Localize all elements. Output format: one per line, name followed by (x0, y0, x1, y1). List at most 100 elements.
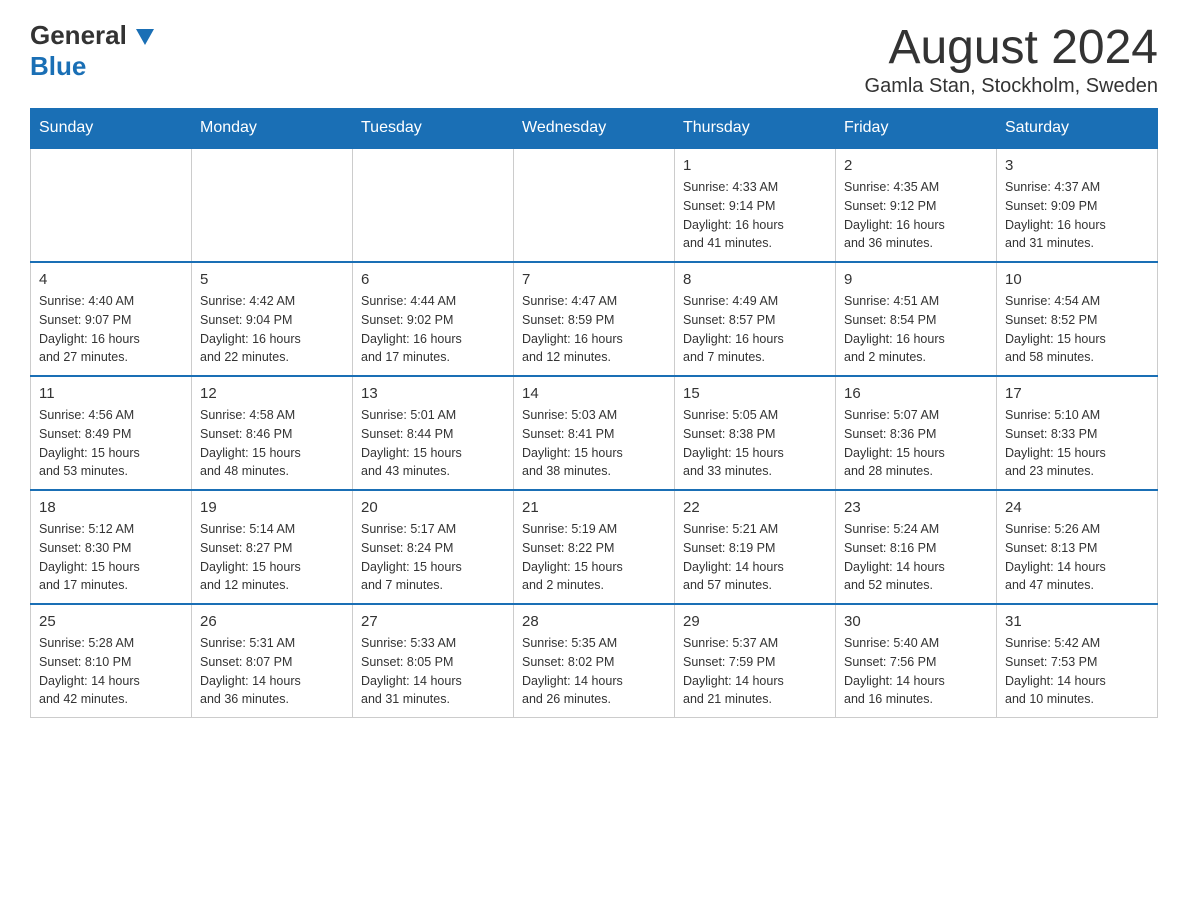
calendar-cell: 26 Sunrise: 5:31 AM Sunset: 8:07 PM Dayli… (192, 604, 353, 718)
day-info: Sunrise: 4:42 AM Sunset: 9:04 PM Dayligh… (200, 292, 344, 367)
calendar-cell (514, 148, 675, 262)
calendar-cell: 6 Sunrise: 4:44 AM Sunset: 9:02 PM Daylig… (353, 262, 514, 376)
day-info: Sunrise: 5:03 AM Sunset: 8:41 PM Dayligh… (522, 406, 666, 481)
day-number: 3 (1005, 157, 1149, 174)
calendar-cell: 14 Sunrise: 5:03 AM Sunset: 8:41 PM Dayli… (514, 376, 675, 490)
calendar-cell: 2 Sunrise: 4:35 AM Sunset: 9:12 PM Daylig… (836, 148, 997, 262)
day-info: Sunrise: 4:56 AM Sunset: 8:49 PM Dayligh… (39, 406, 183, 481)
calendar-cell: 8Sunrise: 4:49 AM Sunset: 8:57 PM Daylig… (675, 262, 836, 376)
calendar-cell (192, 148, 353, 262)
calendar-week-row: 25Sunrise: 5:28 AM Sunset: 8:10 PM Dayli… (31, 604, 1158, 718)
header-tuesday: Tuesday (353, 109, 514, 149)
day-info: Sunrise: 5:17 AM Sunset: 8:24 PM Dayligh… (361, 520, 505, 595)
day-number: 14 (522, 385, 666, 402)
day-info: Sunrise: 5:01 AM Sunset: 8:44 PM Dayligh… (361, 406, 505, 481)
day-number: 21 (522, 499, 666, 516)
calendar-week-row: 4Sunrise: 4:40 AM Sunset: 9:07 PM Daylig… (31, 262, 1158, 376)
day-number: 12 (200, 385, 344, 402)
calendar-cell (353, 148, 514, 262)
day-info: Sunrise: 4:37 AM Sunset: 9:09 PM Dayligh… (1005, 178, 1149, 253)
page-header: General Blue August 2024 Gamla Stan, Sto… (30, 20, 1158, 98)
day-info: Sunrise: 5:26 AM Sunset: 8:13 PM Dayligh… (1005, 520, 1149, 595)
day-number: 1 (683, 157, 827, 174)
day-info: Sunrise: 5:12 AM Sunset: 8:30 PM Dayligh… (39, 520, 183, 595)
calendar-cell: 17 Sunrise: 5:10 AM Sunset: 8:33 PM Dayli… (997, 376, 1158, 490)
calendar-cell: 28 Sunrise: 5:35 AM Sunset: 8:02 PM Dayli… (514, 604, 675, 718)
day-info: Sunrise: 5:40 AM Sunset: 7:56 PM Dayligh… (844, 634, 988, 709)
day-number: 23 (844, 499, 988, 516)
calendar-cell: 5 Sunrise: 4:42 AM Sunset: 9:04 PM Daylig… (192, 262, 353, 376)
calendar-cell: 3 Sunrise: 4:37 AM Sunset: 9:09 PM Daylig… (997, 148, 1158, 262)
day-number: 7 (522, 271, 666, 288)
logo: General Blue (30, 20, 154, 82)
calendar-cell: 29Sunrise: 5:37 AM Sunset: 7:59 PM Dayli… (675, 604, 836, 718)
day-info: Sunrise: 4:44 AM Sunset: 9:02 PM Dayligh… (361, 292, 505, 367)
day-number: 15 (683, 385, 827, 402)
calendar-cell: 10Sunrise: 4:54 AM Sunset: 8:52 PM Dayli… (997, 262, 1158, 376)
day-info: Sunrise: 5:19 AM Sunset: 8:22 PM Dayligh… (522, 520, 666, 595)
header-friday: Friday (836, 109, 997, 149)
calendar-cell: 16 Sunrise: 5:07 AM Sunset: 8:36 PM Dayli… (836, 376, 997, 490)
logo-general-text: General (30, 20, 154, 51)
day-info: Sunrise: 5:05 AM Sunset: 8:38 PM Dayligh… (683, 406, 827, 481)
header-monday: Monday (192, 109, 353, 149)
day-info: Sunrise: 5:33 AM Sunset: 8:05 PM Dayligh… (361, 634, 505, 709)
location-text: Gamla Stan, Stockholm, Sweden (865, 75, 1158, 98)
logo-triangle-icon (136, 29, 154, 45)
calendar-cell: 7 Sunrise: 4:47 AM Sunset: 8:59 PM Daylig… (514, 262, 675, 376)
header-wednesday: Wednesday (514, 109, 675, 149)
day-info: Sunrise: 5:31 AM Sunset: 8:07 PM Dayligh… (200, 634, 344, 709)
calendar-table: Sunday Monday Tuesday Wednesday Thursday… (30, 108, 1158, 718)
day-info: Sunrise: 4:51 AM Sunset: 8:54 PM Dayligh… (844, 292, 988, 367)
day-number: 19 (200, 499, 344, 516)
calendar-cell: 1 Sunrise: 4:33 AM Sunset: 9:14 PM Daylig… (675, 148, 836, 262)
calendar-week-row: 1 Sunrise: 4:33 AM Sunset: 9:14 PM Daylig… (31, 148, 1158, 262)
day-number: 8 (683, 271, 827, 288)
day-info: Sunrise: 5:10 AM Sunset: 8:33 PM Dayligh… (1005, 406, 1149, 481)
day-info: Sunrise: 4:47 AM Sunset: 8:59 PM Dayligh… (522, 292, 666, 367)
calendar-cell: 30 Sunrise: 5:40 AM Sunset: 7:56 PM Dayli… (836, 604, 997, 718)
day-info: Sunrise: 5:42 AM Sunset: 7:53 PM Dayligh… (1005, 634, 1149, 709)
header-row: Sunday Monday Tuesday Wednesday Thursday… (31, 109, 1158, 149)
day-info: Sunrise: 4:33 AM Sunset: 9:14 PM Dayligh… (683, 178, 827, 253)
calendar-body: 1 Sunrise: 4:33 AM Sunset: 9:14 PM Daylig… (31, 148, 1158, 718)
calendar-cell: 13Sunrise: 5:01 AM Sunset: 8:44 PM Dayli… (353, 376, 514, 490)
day-number: 11 (39, 385, 183, 402)
calendar-cell: 20 Sunrise: 5:17 AM Sunset: 8:24 PM Dayli… (353, 490, 514, 604)
calendar-cell: 12Sunrise: 4:58 AM Sunset: 8:46 PM Dayli… (192, 376, 353, 490)
day-info: Sunrise: 4:40 AM Sunset: 9:07 PM Dayligh… (39, 292, 183, 367)
day-number: 20 (361, 499, 505, 516)
day-info: Sunrise: 5:14 AM Sunset: 8:27 PM Dayligh… (200, 520, 344, 595)
calendar-cell: 23Sunrise: 5:24 AM Sunset: 8:16 PM Dayli… (836, 490, 997, 604)
calendar-cell: 22Sunrise: 5:21 AM Sunset: 8:19 PM Dayli… (675, 490, 836, 604)
day-number: 2 (844, 157, 988, 174)
day-number: 5 (200, 271, 344, 288)
calendar-cell: 24 Sunrise: 5:26 AM Sunset: 8:13 PM Dayli… (997, 490, 1158, 604)
day-number: 17 (1005, 385, 1149, 402)
day-info: Sunrise: 5:28 AM Sunset: 8:10 PM Dayligh… (39, 634, 183, 709)
day-number: 30 (844, 613, 988, 630)
header-saturday: Saturday (997, 109, 1158, 149)
day-number: 24 (1005, 499, 1149, 516)
calendar-cell: 18Sunrise: 5:12 AM Sunset: 8:30 PM Dayli… (31, 490, 192, 604)
day-number: 28 (522, 613, 666, 630)
day-info: Sunrise: 4:35 AM Sunset: 9:12 PM Dayligh… (844, 178, 988, 253)
day-number: 9 (844, 271, 988, 288)
day-number: 6 (361, 271, 505, 288)
calendar-cell (31, 148, 192, 262)
day-info: Sunrise: 5:07 AM Sunset: 8:36 PM Dayligh… (844, 406, 988, 481)
calendar-cell: 31 Sunrise: 5:42 AM Sunset: 7:53 PM Dayli… (997, 604, 1158, 718)
day-number: 31 (1005, 613, 1149, 630)
month-title: August 2024 (865, 20, 1158, 75)
calendar-cell: 21 Sunrise: 5:19 AM Sunset: 8:22 PM Dayli… (514, 490, 675, 604)
day-number: 29 (683, 613, 827, 630)
day-number: 16 (844, 385, 988, 402)
calendar-cell: 27 Sunrise: 5:33 AM Sunset: 8:05 PM Dayli… (353, 604, 514, 718)
day-number: 26 (200, 613, 344, 630)
day-info: Sunrise: 5:35 AM Sunset: 8:02 PM Dayligh… (522, 634, 666, 709)
day-number: 27 (361, 613, 505, 630)
calendar-cell: 11 Sunrise: 4:56 AM Sunset: 8:49 PM Dayli… (31, 376, 192, 490)
calendar-cell: 9 Sunrise: 4:51 AM Sunset: 8:54 PM Daylig… (836, 262, 997, 376)
calendar-cell: 15 Sunrise: 5:05 AM Sunset: 8:38 PM Dayli… (675, 376, 836, 490)
title-section: August 2024 Gamla Stan, Stockholm, Swede… (865, 20, 1158, 98)
